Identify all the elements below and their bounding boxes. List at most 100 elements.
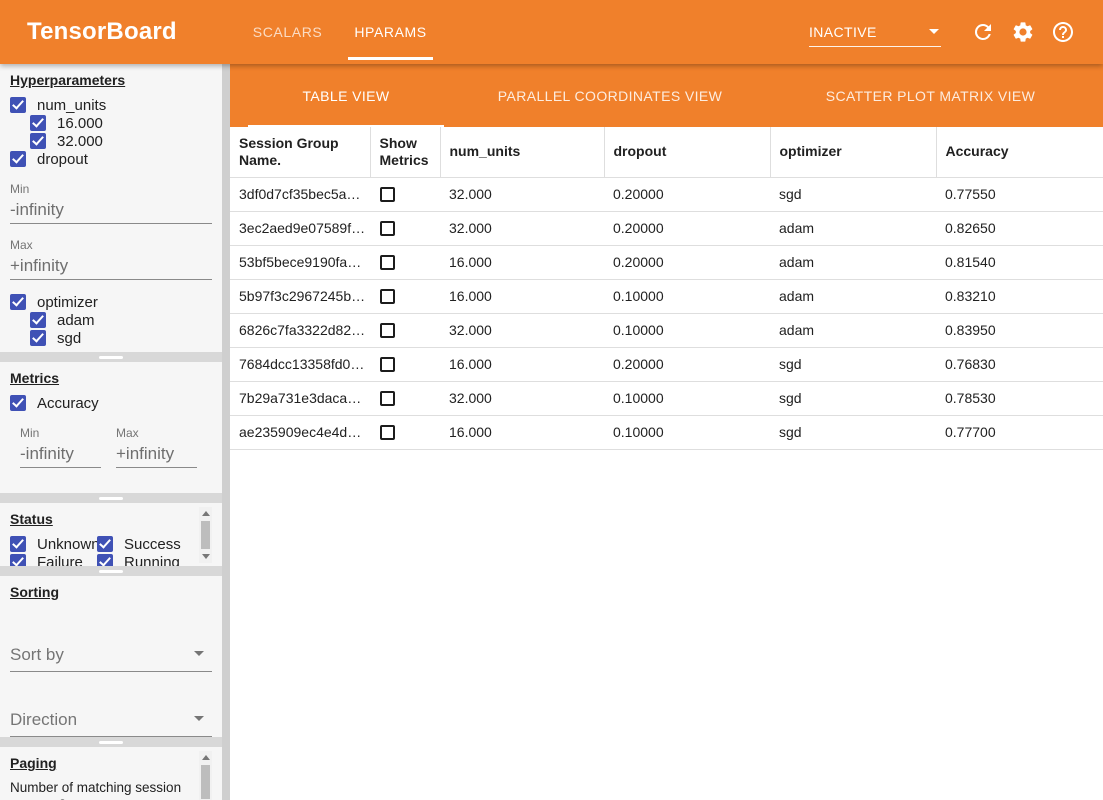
chevron-down-icon	[194, 716, 204, 721]
show-metrics-checkbox[interactable]	[380, 187, 395, 202]
num-units-value: 16.000	[440, 415, 604, 449]
dropout-value: 0.20000	[604, 211, 770, 245]
dropout-min-input[interactable]	[10, 198, 212, 224]
dropout-value: 0.10000	[604, 415, 770, 449]
accuracy-value: 0.83950	[936, 313, 1103, 347]
column-header-num-units[interactable]: num_units	[440, 127, 604, 177]
dropout-max-input[interactable]	[10, 254, 212, 280]
table-row: 5b97f3c2967245b… 16.000 0.10000 adam 0.8…	[230, 279, 1103, 313]
checkbox-optimizer[interactable]: optimizer	[10, 293, 212, 311]
column-header-dropout[interactable]: dropout	[604, 127, 770, 177]
sidebar-scrollbar-track[interactable]	[222, 64, 230, 800]
session-group-name: 3ec2aed9e07589f…	[230, 211, 370, 245]
show-metrics-checkbox[interactable]	[380, 323, 395, 338]
table-header-row: Session Group Name. Show Metrics num_uni…	[230, 127, 1103, 177]
session-group-name: 5b97f3c2967245b…	[230, 279, 370, 313]
checkbox-status-running[interactable]: Running	[97, 553, 202, 566]
help-button[interactable]	[1051, 20, 1075, 44]
accuracy-max-input[interactable]	[116, 442, 197, 468]
tab-hparams-label: HPARAMS	[354, 24, 426, 40]
checkbox-status-failure[interactable]: Failure	[10, 553, 97, 566]
column-header-optimizer[interactable]: optimizer	[770, 127, 936, 177]
app-title: TensorBoard	[27, 18, 177, 46]
show-metrics-checkbox[interactable]	[380, 255, 395, 270]
num-units-value: 32.000	[440, 381, 604, 415]
checked-checkbox-icon	[97, 536, 113, 552]
show-metrics-checkbox[interactable]	[380, 221, 395, 236]
status-scrollbar[interactable]	[199, 507, 212, 563]
column-header-session-group-name[interactable]: Session Group Name.	[230, 127, 370, 177]
checkbox-optimizer-sgd[interactable]: sgd	[30, 329, 212, 347]
table-row: 53bf5bece9190fa… 16.000 0.20000 adam 0.8…	[230, 245, 1103, 279]
checkbox-num-units-32[interactable]: 32.000	[30, 132, 212, 150]
show-metrics-checkbox[interactable]	[380, 391, 395, 406]
checked-checkbox-icon	[30, 133, 46, 149]
checkbox-num-units[interactable]: num_units	[10, 96, 212, 114]
reload-button[interactable]	[971, 20, 995, 44]
sort-by-select[interactable]: Sort by	[10, 643, 212, 672]
tab-scalars[interactable]: SCALARS	[237, 0, 339, 64]
section-resize-handle[interactable]	[0, 566, 222, 576]
column-header-accuracy[interactable]: Accuracy	[936, 127, 1103, 177]
scrollbar-thumb[interactable]	[201, 521, 210, 549]
show-metrics-checkbox[interactable]	[380, 357, 395, 372]
tab-parallel-coordinates-view-label: PARALLEL COORDINATES VIEW	[498, 88, 722, 104]
show-metrics-checkbox[interactable]	[380, 289, 395, 304]
chevron-down-icon	[929, 29, 939, 34]
table-row: 7684dcc13358fd0… 16.000 0.20000 sgd 0.76…	[230, 347, 1103, 381]
checkbox-optimizer-adam[interactable]: adam	[30, 311, 212, 329]
optimizer-value: sgd	[770, 177, 936, 211]
accuracy-value: 0.82650	[936, 211, 1103, 245]
status-heading: Status	[10, 511, 212, 527]
table-row: 3ec2aed9e07589f… 32.000 0.20000 adam 0.8…	[230, 211, 1103, 245]
sorting-panel: Sorting Sort by Direction	[0, 576, 222, 737]
drag-handle-icon	[99, 741, 123, 744]
checkbox-dropout[interactable]: dropout	[10, 150, 212, 168]
help-icon	[1051, 31, 1075, 48]
checkbox-label: Accuracy	[37, 395, 99, 412]
table-row: 3df0d7cf35bec5a… 32.000 0.20000 sgd 0.77…	[230, 177, 1103, 211]
checkbox-status-unknown[interactable]: Unknown	[10, 535, 97, 553]
paging-scrollbar[interactable]	[199, 751, 212, 800]
direction-select[interactable]: Direction	[10, 708, 212, 737]
dropout-value: 0.10000	[604, 279, 770, 313]
section-resize-handle[interactable]	[0, 352, 222, 362]
tab-hparams[interactable]: HPARAMS	[338, 0, 442, 64]
accuracy-value: 0.76830	[936, 347, 1103, 381]
view-tabs: TABLE VIEW PARALLEL COORDINATES VIEW SCA…	[230, 64, 1103, 127]
run-status-value: INACTIVE	[809, 24, 877, 40]
hparams-sidebar: Hyperparameters num_units 16.000 32.000 …	[0, 64, 230, 800]
checkbox-status-success[interactable]: Success	[97, 535, 202, 553]
run-status-select[interactable]: INACTIVE	[809, 17, 941, 47]
checked-checkbox-icon	[30, 115, 46, 131]
num-units-value: 16.000	[440, 245, 604, 279]
checkbox-label: Success	[124, 536, 181, 553]
accuracy-value: 0.81540	[936, 245, 1103, 279]
checkbox-accuracy[interactable]: Accuracy	[10, 394, 212, 412]
gear-icon	[1011, 31, 1035, 48]
direction-placeholder: Direction	[10, 710, 77, 729]
show-metrics-checkbox[interactable]	[380, 425, 395, 440]
section-resize-handle[interactable]	[0, 737, 222, 747]
settings-button[interactable]	[1011, 20, 1035, 44]
checked-checkbox-icon	[10, 151, 26, 167]
chevron-down-icon	[194, 651, 204, 656]
num-units-value: 32.000	[440, 313, 604, 347]
session-group-name: 7684dcc13358fd0…	[230, 347, 370, 381]
checkbox-label: Failure	[37, 554, 83, 567]
scrollbar-thumb[interactable]	[201, 765, 210, 799]
top-nav: SCALARS HPARAMS	[237, 0, 443, 64]
checkbox-num-units-16[interactable]: 16.000	[30, 114, 212, 132]
tab-parallel-coordinates-view[interactable]: PARALLEL COORDINATES VIEW	[462, 64, 758, 127]
hyperparameters-panel: Hyperparameters num_units 16.000 32.000 …	[0, 64, 222, 352]
dropout-value: 0.20000	[604, 245, 770, 279]
checkbox-label: Running	[124, 554, 180, 567]
optimizer-value: sgd	[770, 415, 936, 449]
column-header-show-metrics[interactable]: Show Metrics	[370, 127, 440, 177]
drag-handle-icon	[99, 497, 123, 500]
tab-table-view[interactable]: TABLE VIEW	[230, 64, 462, 127]
scroll-up-icon	[202, 755, 210, 760]
tab-scatter-plot-matrix-view[interactable]: SCATTER PLOT MATRIX VIEW	[758, 64, 1103, 127]
accuracy-min-input[interactable]	[20, 442, 101, 468]
section-resize-handle[interactable]	[0, 493, 222, 503]
